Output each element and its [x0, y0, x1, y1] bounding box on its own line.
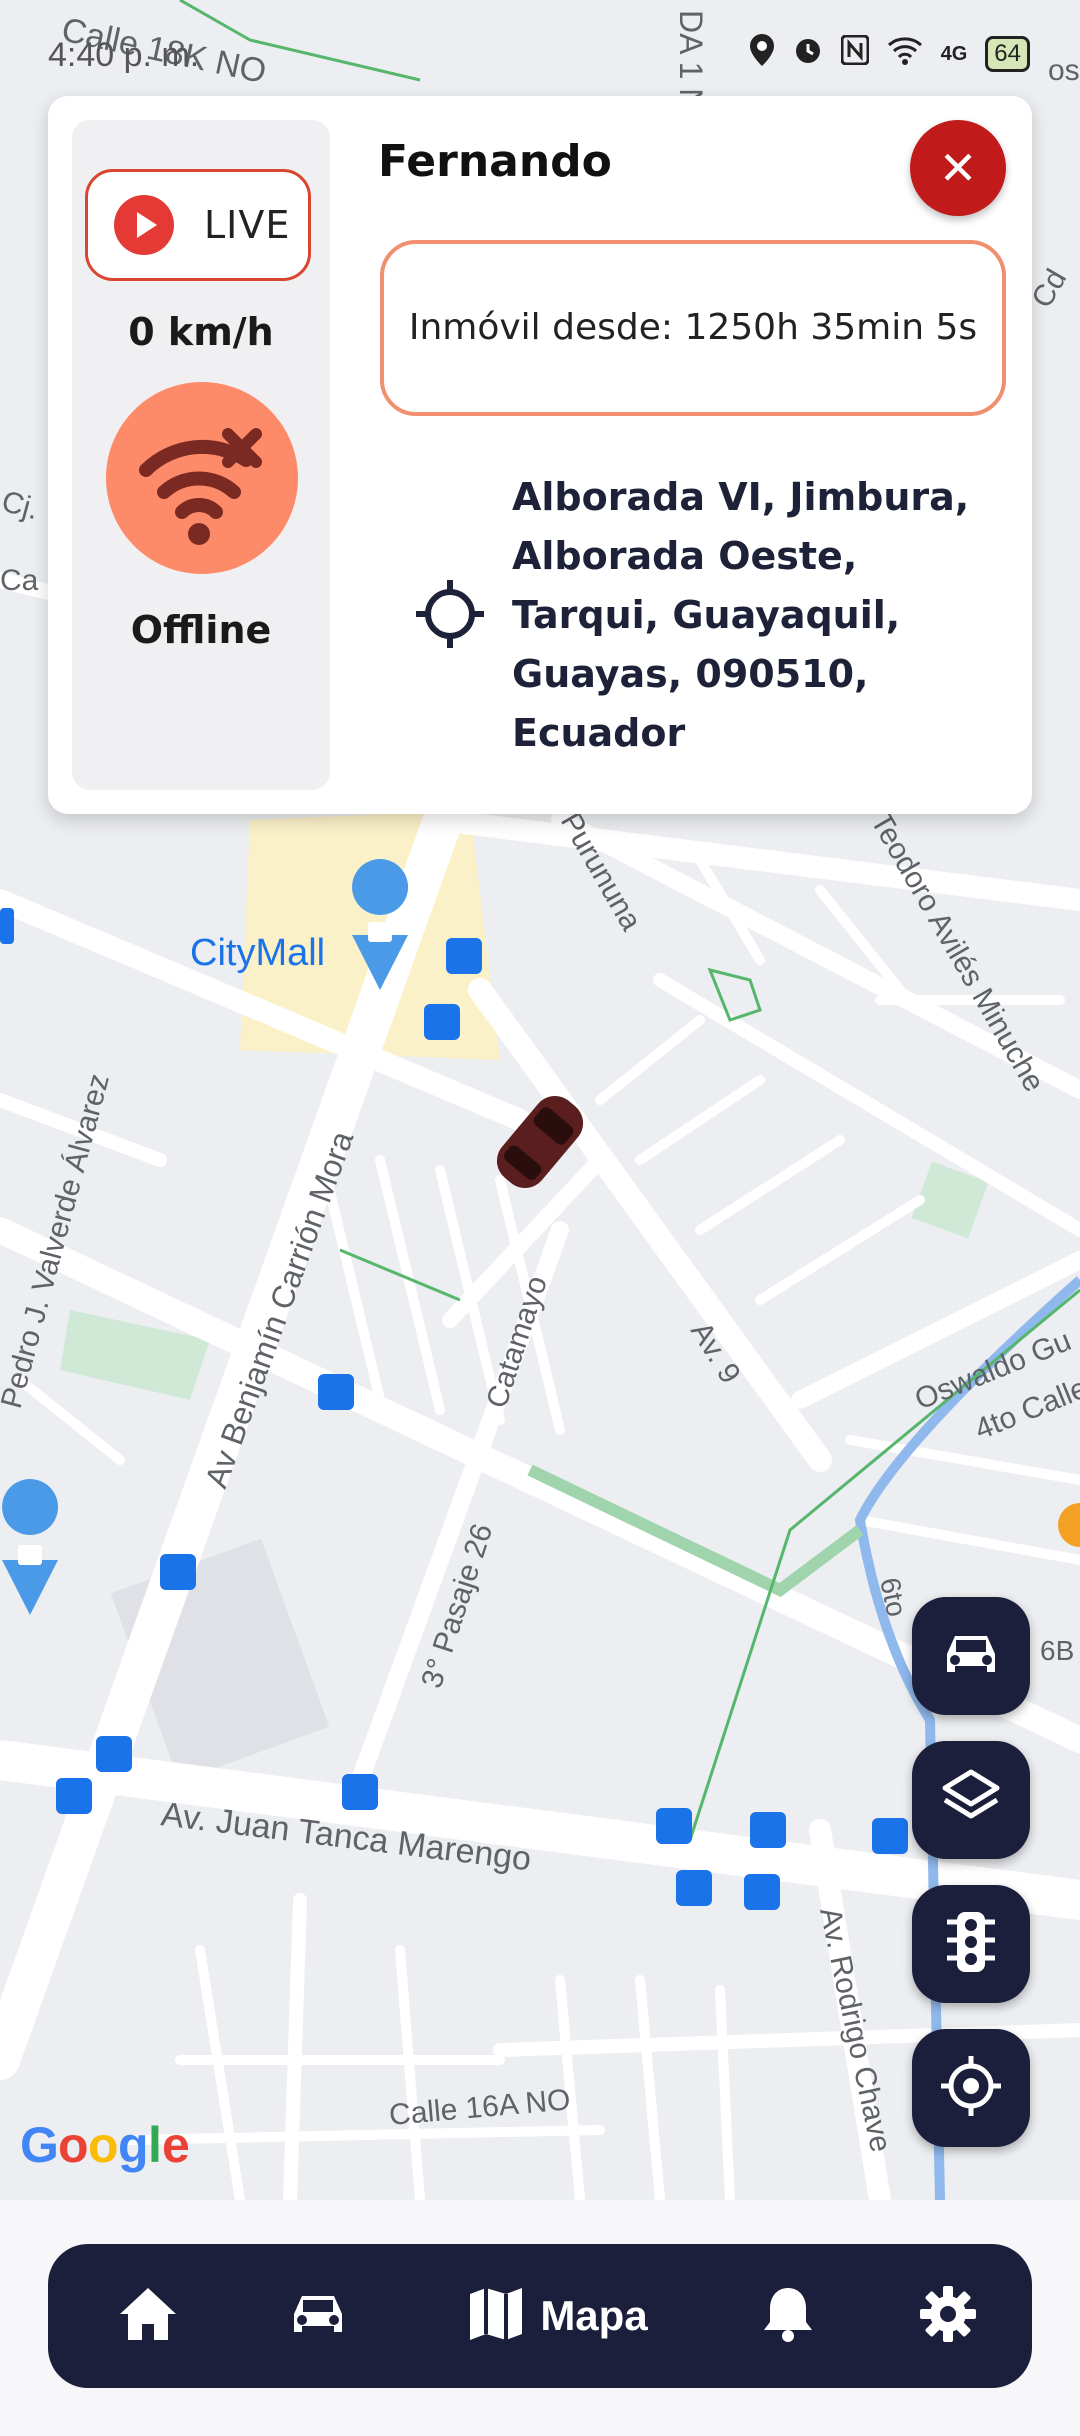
driver-name: Fernando	[378, 136, 612, 187]
status-time: 4:40 p. m.	[48, 36, 200, 74]
nav-notifications[interactable]	[728, 2244, 848, 2388]
vehicles-fab-button[interactable]	[912, 1597, 1030, 1715]
svg-text:o: o	[58, 2117, 89, 2173]
vehicle-address: Alborada VI, Jimbura, Alborada Oeste, Ta…	[512, 475, 970, 755]
connection-status: Offline	[130, 608, 272, 652]
svg-text:g: g	[118, 2117, 149, 2173]
bus-stop-icon	[318, 1374, 354, 1410]
bus-stop-icon	[656, 1808, 692, 1844]
bus-stop-icon	[342, 1774, 378, 1810]
bus-stop-icon	[160, 1554, 196, 1590]
nfc-icon	[840, 34, 870, 73]
status-bar: 4:40 p. m. 4G 64	[0, 0, 1080, 90]
my-location-fab-button[interactable]	[912, 2029, 1030, 2147]
bus-stop-icon	[0, 908, 14, 944]
car-icon	[939, 1628, 1003, 1684]
my-location-icon	[939, 2054, 1003, 2122]
status-icons: 4G 64	[749, 34, 1030, 74]
location-status-icon	[749, 34, 775, 74]
bus-stop-icon	[872, 1818, 908, 1854]
layers-icon	[939, 1766, 1003, 1834]
idle-time-text: Inmóvil desde: 1250h 35min 5s	[408, 307, 978, 348]
nav-settings[interactable]	[888, 2244, 1008, 2388]
svg-text:l: l	[148, 2117, 162, 2173]
nav-map[interactable]: Mapa	[438, 2244, 678, 2388]
svg-text:G: G	[20, 2117, 59, 2173]
battery-indicator: 64	[985, 36, 1030, 72]
map-icon	[468, 2286, 524, 2346]
bus-stop-icon	[744, 1874, 780, 1910]
poi-label: CityMall	[190, 932, 325, 974]
nav-map-label: Mapa	[540, 2292, 648, 2339]
traffic-fab-button[interactable]	[912, 1885, 1030, 2003]
bus-stop-icon	[676, 1870, 712, 1906]
bus-stop-icon	[424, 1004, 460, 1040]
bus-stop-icon	[446, 938, 482, 974]
google-logo: G o o g l e	[20, 2117, 190, 2173]
car-icon	[286, 2288, 350, 2344]
gear-icon	[918, 2284, 978, 2348]
vehicle-info-card: LIVE 0 km/h Offline Fernando ✕ Inmóvil d…	[48, 96, 1032, 814]
close-icon: ✕	[938, 141, 978, 195]
home-icon	[118, 2286, 178, 2346]
idle-time-box: Inmóvil desde: 1250h 35min 5s	[380, 240, 1006, 416]
target-icon	[416, 580, 484, 648]
nav-home[interactable]	[88, 2244, 208, 2388]
live-button[interactable]: LIVE	[85, 169, 311, 281]
street-label: 6B	[1040, 1635, 1074, 1666]
speed-value: 0 km/h	[128, 310, 274, 354]
bus-stop-icon	[56, 1778, 92, 1814]
live-label: LIVE	[204, 203, 291, 247]
layers-fab-button[interactable]	[912, 1741, 1030, 1859]
wifi-icon	[887, 35, 923, 73]
bus-stop-icon	[750, 1812, 786, 1848]
wifi-off-icon	[106, 382, 298, 574]
bottom-navigation: Mapa	[48, 2244, 1032, 2388]
bell-icon	[762, 2284, 814, 2348]
network-type: 4G	[940, 42, 968, 65]
traffic-light-icon	[945, 1910, 997, 1978]
svg-text:o: o	[88, 2117, 119, 2173]
street-label: Ca	[0, 564, 39, 597]
bus-stop-icon	[96, 1736, 132, 1772]
nav-vehicles[interactable]	[258, 2244, 378, 2388]
svg-text:e: e	[162, 2117, 190, 2173]
vehicle-status-panel: LIVE 0 km/h Offline	[72, 120, 330, 790]
play-icon	[114, 195, 174, 255]
alarm-icon	[793, 35, 823, 73]
close-button[interactable]: ✕	[910, 120, 1006, 216]
